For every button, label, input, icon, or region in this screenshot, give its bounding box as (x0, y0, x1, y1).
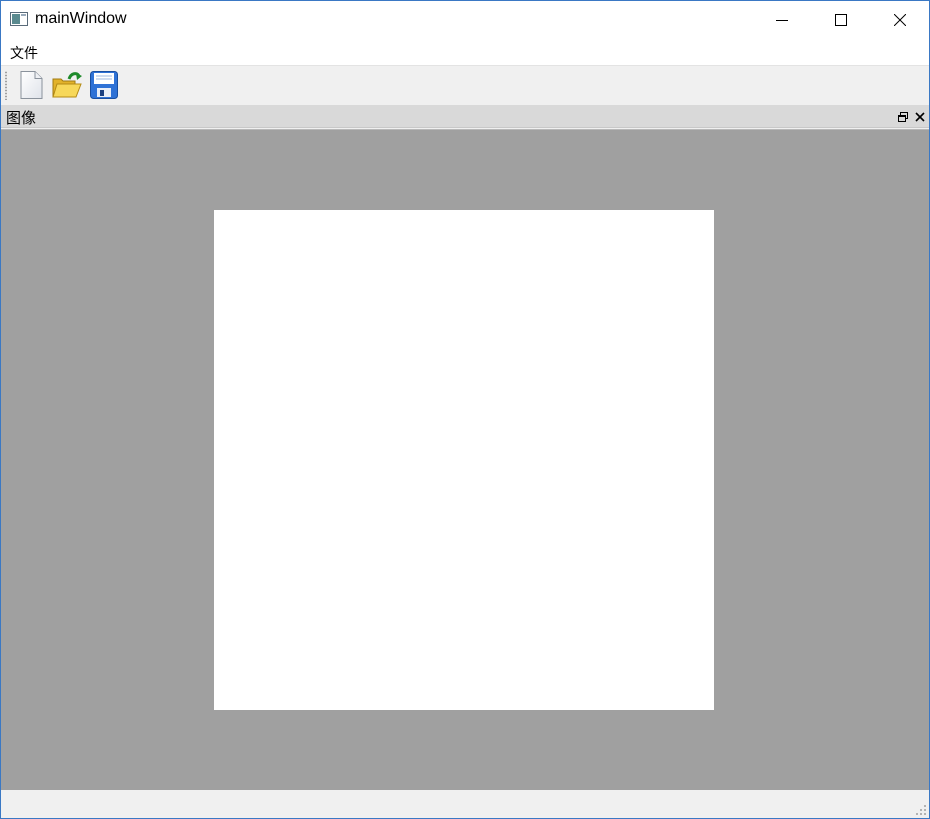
toolbar (1, 65, 929, 106)
toolbar-grip-handle[interactable] (5, 71, 7, 100)
main-window: mainWindow 文件 图像 (0, 0, 930, 819)
window-title: mainWindow (35, 10, 127, 27)
close-window-button[interactable] (871, 1, 929, 39)
menu-file[interactable]: 文件 (9, 43, 39, 63)
minimize-icon (776, 20, 788, 21)
title-bar[interactable]: mainWindow (1, 1, 929, 39)
dock-title-bar[interactable]: 图像 (1, 105, 929, 128)
open-folder-icon (52, 72, 82, 98)
app-window-icon (10, 12, 28, 26)
open-file-button[interactable] (51, 69, 83, 101)
maximize-icon (835, 14, 847, 26)
image-canvas[interactable] (214, 210, 714, 710)
image-view-area (1, 129, 929, 790)
save-file-button[interactable] (88, 69, 120, 101)
maximize-button[interactable] (812, 1, 870, 39)
dock-title: 图像 (6, 109, 37, 127)
menu-bar: 文件 (1, 39, 929, 65)
close-icon[interactable] (914, 111, 926, 123)
new-file-button[interactable] (15, 69, 47, 101)
minimize-button[interactable] (753, 1, 811, 39)
close-icon (894, 14, 906, 26)
status-bar (1, 790, 929, 818)
new-file-icon (20, 71, 43, 99)
save-icon (90, 71, 118, 99)
float-icon[interactable] (897, 111, 909, 123)
size-grip-icon[interactable] (915, 804, 927, 816)
